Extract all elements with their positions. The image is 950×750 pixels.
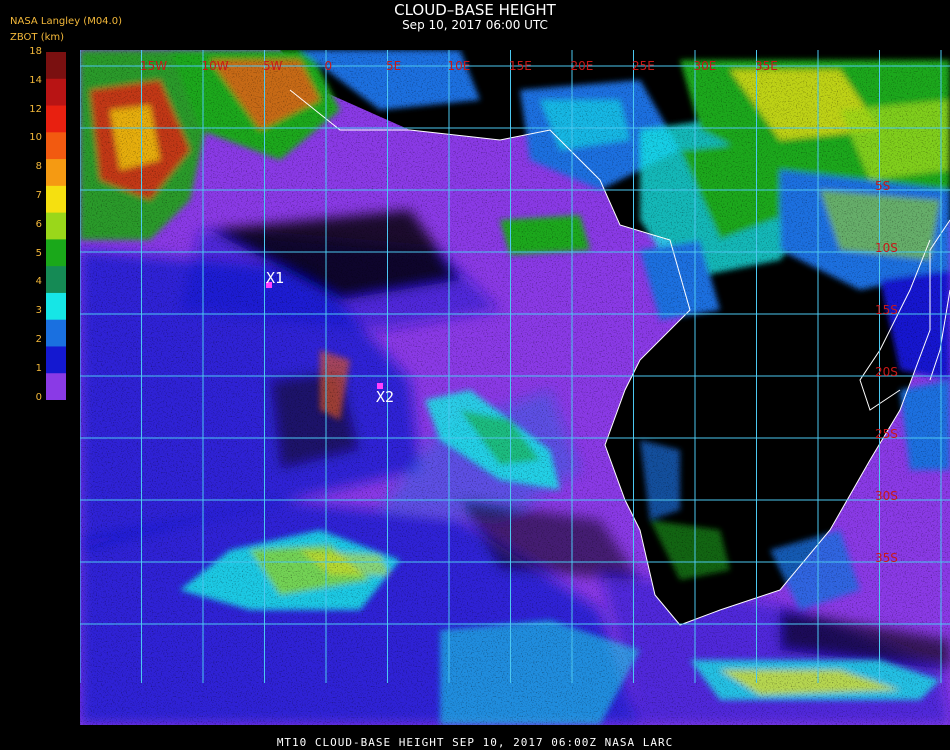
longitude-label: 10E bbox=[448, 59, 471, 73]
colorbar-swatch bbox=[46, 266, 66, 294]
cloud-base-map[interactable]: 15W 10W 5W 0 5E 10E 15E 20E 25E 30E 35E 5S 10S 15S 20… bbox=[80, 50, 950, 725]
footer-caption: MT10 CLOUD-BASE HEIGHT SEP 10, 2017 06:0… bbox=[276, 736, 674, 749]
colorbar-tick-label: 18 bbox=[29, 46, 42, 57]
colorbar-swatch bbox=[46, 105, 66, 133]
longitude-label: 0 bbox=[325, 59, 333, 73]
marker-label-x2: X2 bbox=[376, 388, 394, 406]
units-label: ZBOT (km) bbox=[10, 32, 65, 43]
colorbar-swatch bbox=[46, 346, 66, 374]
longitude-label: 5E bbox=[386, 59, 401, 73]
site-marker-x1[interactable]: X1 bbox=[266, 269, 284, 288]
colorbar-tick-label: 5 bbox=[35, 247, 42, 259]
longitude-label: 20E bbox=[571, 59, 594, 73]
colorbar-swatch bbox=[46, 132, 66, 160]
longitude-label: 30E bbox=[694, 59, 717, 73]
marker-label-x1: X1 bbox=[266, 269, 284, 287]
latitude-label: 5S bbox=[875, 179, 890, 193]
longitude-label: 10W bbox=[202, 59, 229, 73]
colorbar-swatch bbox=[46, 52, 66, 80]
longitude-label: 15W bbox=[140, 59, 167, 73]
latitude-label: 35S bbox=[875, 551, 898, 565]
colorbar bbox=[46, 52, 66, 400]
latitude-label: 30S bbox=[875, 489, 898, 503]
colorbar-swatch bbox=[46, 239, 66, 267]
colorbar-tick-label: 1 bbox=[35, 362, 42, 374]
colorbar-swatch bbox=[46, 78, 66, 107]
colorbar-swatch bbox=[46, 185, 66, 214]
longitude-label: 25E bbox=[632, 59, 655, 73]
colorbar-swatch bbox=[46, 319, 66, 347]
colorbar-swatch bbox=[46, 373, 66, 400]
map-title: CLOUD–BASE HEIGHT bbox=[394, 1, 556, 19]
colorbar-swatch bbox=[46, 212, 66, 240]
colorbar-swatch bbox=[46, 159, 66, 187]
colorbar-swatch bbox=[46, 292, 66, 321]
latitude-label: 25S bbox=[875, 427, 898, 441]
colorbar-tick-label: 14 bbox=[29, 74, 42, 86]
colorbar-tick-label: 12 bbox=[29, 103, 42, 115]
latitude-label: 10S bbox=[875, 241, 898, 255]
colorbar-tick-label: 3 bbox=[35, 305, 42, 317]
colorbar-tick-label: 7 bbox=[35, 190, 42, 201]
colorbar-tick-label: 8 bbox=[35, 161, 42, 173]
colorbar-tick-label: 6 bbox=[35, 218, 42, 230]
colorbar-tick-label: 2 bbox=[35, 334, 42, 345]
colorbar-tick-label: 10 bbox=[29, 132, 42, 144]
colorbar-tick-label: 4 bbox=[35, 276, 42, 288]
latitude-label: 20S bbox=[875, 365, 898, 379]
longitude-label: 15E bbox=[509, 59, 532, 73]
longitude-label: 5W bbox=[263, 59, 283, 73]
map-timestamp: Sep 10, 2017 06:00 UTC bbox=[402, 18, 548, 32]
latitude-label: 15S bbox=[875, 303, 898, 317]
longitude-label: 35E bbox=[755, 59, 778, 73]
colorbar-tick-label: 0 bbox=[35, 391, 42, 403]
